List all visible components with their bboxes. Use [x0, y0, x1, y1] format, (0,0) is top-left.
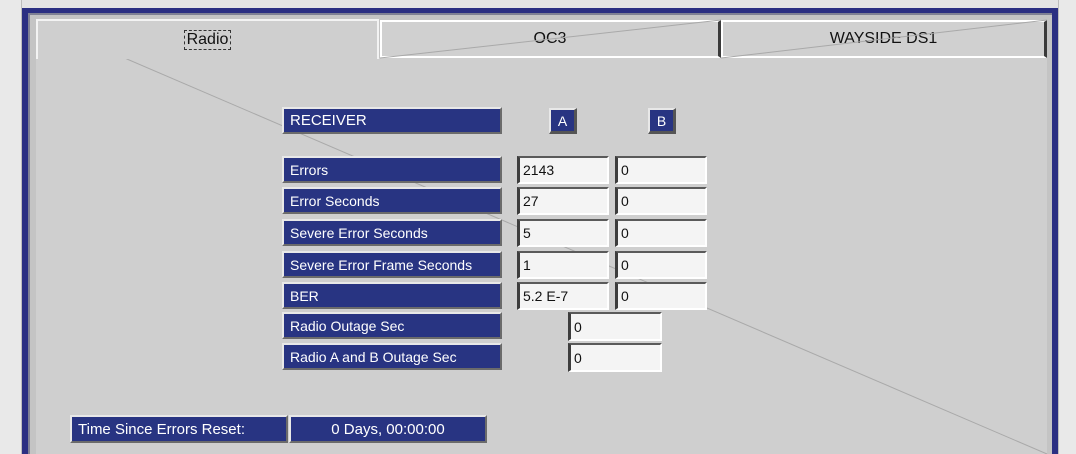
error-seconds-a-field[interactable]: 27 [517, 187, 609, 215]
ber-a-field[interactable]: 5.2 E-7 [517, 282, 609, 310]
errors-a-field[interactable]: 2143 [517, 156, 609, 184]
left-window-edge [0, 0, 22, 454]
severe-error-seconds-b-field[interactable]: 0 [615, 219, 707, 247]
time-since-reset-value: 0 Days, 00:00:00 [289, 415, 487, 443]
severe-error-frame-seconds-b-field[interactable]: 0 [615, 251, 707, 279]
row-label-radio-a-and-b-outage-sec: Radio A and B Outage Sec [282, 343, 502, 370]
row-label-severe-error-frame-seconds: Severe Error Frame Seconds [282, 251, 502, 278]
errors-b-field[interactable]: 0 [615, 156, 707, 184]
tab-oc3[interactable]: OC3 [380, 20, 721, 58]
time-since-reset-label: Time Since Errors Reset: [70, 415, 288, 443]
receiver-header: RECEIVER [282, 107, 502, 134]
row-label-error-seconds: Error Seconds [282, 187, 502, 214]
tab-oc3-label: OC3 [533, 30, 567, 47]
row-label-errors: Errors [282, 156, 502, 183]
ber-b-field[interactable]: 0 [615, 282, 707, 310]
receiver-a-button[interactable]: A [549, 108, 577, 134]
tab-wayside-ds1-label: WAYSIDE DS1 [829, 30, 938, 47]
row-label-radio-outage-sec: Radio Outage Sec [282, 312, 502, 339]
right-window-edge [1058, 0, 1076, 454]
error-seconds-b-field[interactable]: 0 [615, 187, 707, 215]
row-label-severe-error-seconds: Severe Error Seconds [282, 219, 502, 246]
severe-error-frame-seconds-a-field[interactable]: 1 [517, 251, 609, 279]
severe-error-seconds-a-field[interactable]: 5 [517, 219, 609, 247]
receiver-b-button[interactable]: B [648, 108, 676, 134]
tab-radio-label: Radio [183, 30, 232, 50]
radio-outage-sec-field[interactable]: 0 [568, 312, 662, 341]
row-label-ber: BER [282, 282, 502, 309]
radio-a-and-b-outage-sec-field[interactable]: 0 [568, 343, 662, 372]
tab-radio[interactable]: Radio [36, 19, 379, 59]
tab-wayside-ds1[interactable]: WAYSIDE DS1 [721, 20, 1047, 58]
